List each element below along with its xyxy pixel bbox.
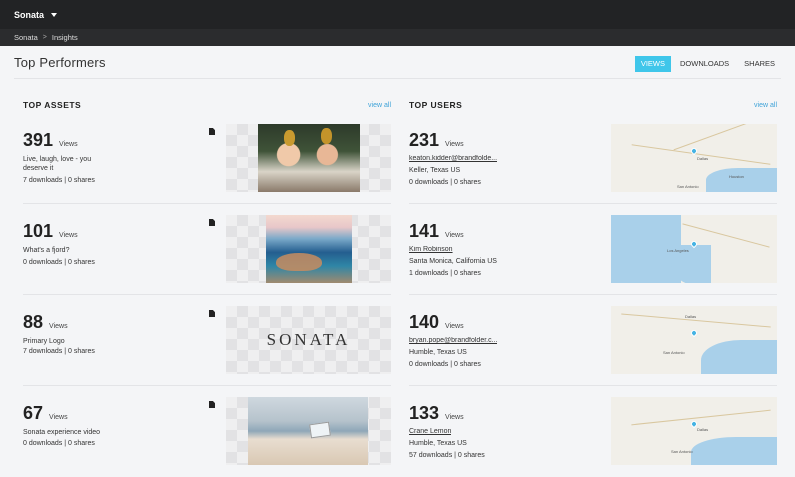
asset-stats: 7 downloads | 0 shares [23,348,95,355]
top-assets-title: TOP ASSETS [23,100,82,110]
user-location: Humble, Texas US [409,440,467,447]
asset-photo [266,215,352,283]
asset-row[interactable]: 88 Views Primary Logo 7 downloads | 0 sha… [23,306,391,386]
assets-view-all-link[interactable]: view all [368,102,391,109]
breadcrumb-separator: > [42,34,47,41]
asset-title[interactable]: Sonata experience video [23,428,113,437]
view-count: 101 [23,221,54,241]
map-city-label: Dallas [685,314,697,319]
breadcrumb-root[interactable]: Sonata [14,33,38,42]
user-link[interactable]: Crane Lemon [409,428,451,435]
users-view-all-link[interactable]: view all [754,102,777,109]
views-label: Views [59,232,78,239]
map-city-label: San Antonio [663,350,685,355]
document-icon [209,310,215,317]
view-count: 88 [23,312,44,332]
tablet-shape [309,421,331,439]
user-stats: 1 downloads | 0 shares [409,270,481,277]
top-users-panel: TOP USERS view all 231 Views keaton.kidde… [409,96,777,477]
user-row[interactable]: 133 Views Crane Lemon Humble, Texas US 57… [409,397,777,477]
rock-shape [276,253,322,271]
user-link[interactable]: Kim Robinson [409,246,453,253]
views-label: Views [49,414,68,421]
views-label: Views [445,414,464,421]
user-location: Humble, Texas US [409,349,467,356]
user-row[interactable]: 140 Views bryan.pope@brandfolder.c... Hum… [409,306,777,386]
user-link[interactable]: keaton.kidder@brandfolde... [409,155,497,162]
divider [14,78,781,79]
asset-row[interactable]: 391 Views Live, laugh, love - you deserve… [23,124,391,204]
map-city-label: Los Angeles [667,248,689,253]
pineapple-shape [284,130,295,146]
org-switcher[interactable]: Sonata [14,9,58,20]
user-location: Keller, Texas US [409,167,461,174]
breadcrumb: Sonata > Insights [0,29,795,46]
view-count: 231 [409,130,440,150]
map-pin-icon [689,328,699,338]
document-icon [209,401,215,408]
gulf-water [701,340,777,374]
map-city-label: Dallas [697,156,709,161]
view-count: 140 [409,312,440,332]
asset-thumbnail[interactable]: SONATA [226,306,391,374]
page-title: Top Performers [14,55,106,70]
org-name: Sonata [14,9,45,20]
map-road [673,124,759,151]
tab-shares[interactable]: SHARES [738,56,781,72]
user-row[interactable]: 141 Views Kim Robinson Santa Monica, Cali… [409,215,777,295]
map-road [631,409,771,426]
gulf-water [706,168,777,192]
asset-thumbnail[interactable] [226,215,391,283]
asset-stats: 7 downloads | 0 shares [23,177,95,184]
map-city-label: Dallas [697,427,709,432]
asset-row[interactable]: 101 Views What's a fjord? 0 downloads | 0… [23,215,391,295]
gulf-water [691,437,777,465]
views-label: Views [59,141,78,148]
location-map[interactable]: Dallas Houston San Antonio [611,124,777,192]
location-map[interactable]: Dallas San Antonio [611,397,777,465]
tab-downloads[interactable]: DOWNLOADS [674,56,735,72]
views-label: Views [445,232,464,239]
user-location: Santa Monica, California US [409,258,497,265]
user-link[interactable]: bryan.pope@brandfolder.c... [409,337,497,344]
location-map[interactable]: Los Angeles [611,215,777,283]
asset-title[interactable]: Live, laugh, love - you deserve it [23,155,113,173]
tab-views[interactable]: VIEWS [634,56,671,72]
user-stats: 57 downloads | 0 shares [409,452,485,459]
chevron-down-icon [51,12,58,17]
views-label: Views [49,323,68,330]
views-label: Views [445,323,464,330]
user-row[interactable]: 231 Views keaton.kidder@brandfolde... Kel… [409,124,777,204]
asset-stats: 0 downloads | 0 shares [23,259,95,266]
view-count: 141 [409,221,440,241]
asset-stats: 0 downloads | 0 shares [23,440,95,447]
pineapple-shape [321,128,332,144]
document-icon [209,219,215,226]
top-assets-panel: TOP ASSETS view all 391 Views Live, laugh… [23,96,391,477]
asset-photo [248,397,368,465]
views-label: Views [445,141,464,148]
user-stats: 0 downloads | 0 shares [409,361,481,368]
map-city-label: San Antonio [677,184,699,189]
top-users-title: TOP USERS [409,100,463,110]
location-map[interactable]: Dallas San Antonio [611,306,777,374]
map-road [631,144,771,165]
view-count: 391 [23,130,54,150]
user-stats: 0 downloads | 0 shares [409,179,481,186]
asset-title[interactable]: What's a fjord? [23,246,113,255]
asset-row[interactable]: 67 Views Sonata experience video 0 downlo… [23,397,391,477]
breadcrumb-current: Insights [51,33,78,42]
map-city-label: Houston [729,174,744,179]
document-icon [209,128,215,135]
asset-thumbnail[interactable] [226,397,391,465]
top-bar: Sonata [0,0,795,29]
view-count: 133 [409,403,440,423]
asset-thumbnail[interactable] [226,124,391,192]
logo-wordmark: SONATA [266,330,351,349]
view-count: 67 [23,403,44,423]
map-city-label: San Antonio [671,449,693,454]
metric-tabs: VIEWS DOWNLOADS SHARES [632,56,781,72]
asset-photo [258,124,360,192]
asset-title[interactable]: Primary Logo [23,337,113,346]
